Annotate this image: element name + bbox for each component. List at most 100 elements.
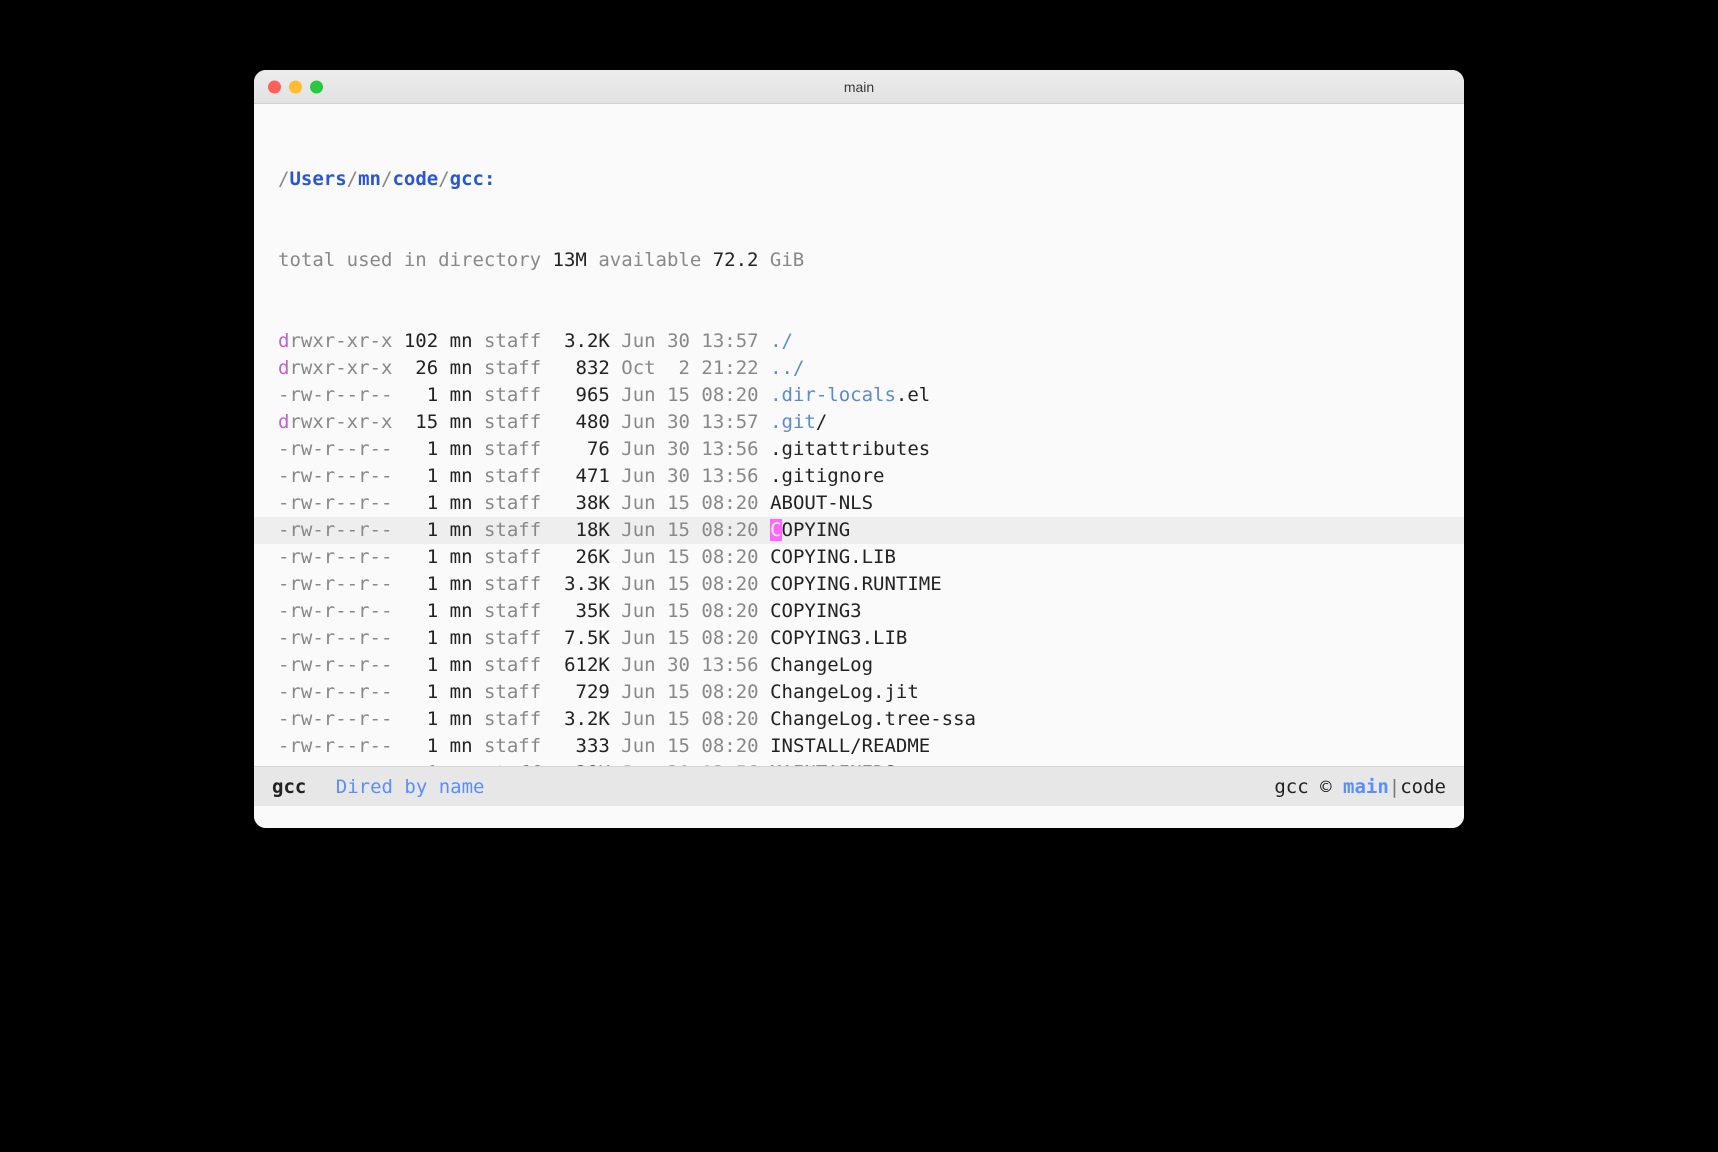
dired-row[interactable]: -rw-r--r-- 1 mn staff 965 Jun 15 08:20 .… xyxy=(254,382,1464,409)
day: 15 xyxy=(667,519,690,541)
month: Jun xyxy=(621,627,655,649)
filename[interactable]: .gitattributes xyxy=(770,438,930,460)
filename[interactable]: ../ xyxy=(770,357,804,379)
month: Jun xyxy=(621,384,655,406)
filename[interactable]: MAINTAINERS xyxy=(770,762,896,766)
dir-flag: d xyxy=(278,330,289,352)
group: staff xyxy=(484,708,541,730)
link-count: 1 xyxy=(404,438,438,460)
permissions: rw-r--r-- xyxy=(289,519,392,541)
owner: mn xyxy=(450,600,473,622)
filename[interactable]: COPYING xyxy=(770,519,850,541)
size: 28K xyxy=(553,762,610,766)
size: 38K xyxy=(553,492,610,514)
size: 35K xyxy=(553,600,610,622)
dired-buffer[interactable]: /Users/mn/code/gcc: total used in direct… xyxy=(254,104,1464,766)
filename[interactable]: INSTALL/README xyxy=(770,735,930,757)
owner: mn xyxy=(450,411,473,433)
dired-summary: total used in directory 13M available 72… xyxy=(254,247,1464,274)
modeline-buffer-name[interactable]: gcc xyxy=(272,776,306,798)
dired-row[interactable]: drwxr-xr-x 102 mn staff 3.2K Jun 30 13:5… xyxy=(254,328,1464,355)
dired-row[interactable]: -rw-r--r-- 1 mn staff 35K Jun 15 08:20 C… xyxy=(254,598,1464,625)
minimize-icon[interactable] xyxy=(289,80,302,93)
dired-row[interactable]: -rw-r--r-- 1 mn staff 612K Jun 30 13:56 … xyxy=(254,652,1464,679)
window-title: main xyxy=(254,79,1464,95)
owner: mn xyxy=(450,438,473,460)
size: 7.5K xyxy=(553,627,610,649)
dired-row[interactable]: -rw-r--r-- 1 mn staff 76 Jun 30 13:56 .g… xyxy=(254,436,1464,463)
owner: mn xyxy=(450,573,473,595)
modeline: gcc Dired by name gcc © main|code xyxy=(254,766,1464,806)
filename[interactable]: COPYING3.LIB xyxy=(770,627,907,649)
time: 08:20 xyxy=(701,492,758,514)
filename[interactable]: COPYING.LIB xyxy=(770,546,896,568)
link-count: 102 xyxy=(404,330,438,352)
dired-row[interactable]: -rw-r--r-- 1 mn staff 7.5K Jun 15 08:20 … xyxy=(254,625,1464,652)
day: 30 xyxy=(667,762,690,766)
time: 13:56 xyxy=(701,654,758,676)
filename[interactable]: COPYING.RUNTIME xyxy=(770,573,942,595)
owner: mn xyxy=(450,492,473,514)
dired-row[interactable]: drwxr-xr-x 26 mn staff 832 Oct 2 21:22 .… xyxy=(254,355,1464,382)
time: 13:56 xyxy=(701,438,758,460)
minibuffer[interactable] xyxy=(254,806,1464,828)
time: 13:57 xyxy=(701,411,758,433)
month: Jun xyxy=(621,465,655,487)
size: 76 xyxy=(553,438,610,460)
link-count: 1 xyxy=(404,465,438,487)
filename[interactable]: ChangeLog.tree-ssa xyxy=(770,708,976,730)
group: staff xyxy=(484,627,541,649)
filename[interactable]: .gitignore xyxy=(770,465,884,487)
day: 2 xyxy=(667,357,690,379)
group: staff xyxy=(484,465,541,487)
link-count: 1 xyxy=(404,627,438,649)
dired-row[interactable]: -rw-r--r-- 1 mn staff 18K Jun 15 08:20 C… xyxy=(254,517,1464,544)
day: 30 xyxy=(667,465,690,487)
link-count: 1 xyxy=(404,600,438,622)
size: 480 xyxy=(553,411,610,433)
filename[interactable]: COPYING3 xyxy=(770,600,862,622)
dired-row[interactable]: -rw-r--r-- 1 mn staff 333 Jun 15 08:20 I… xyxy=(254,733,1464,760)
dired-row[interactable]: drwxr-xr-x 15 mn staff 480 Jun 30 13:57 … xyxy=(254,409,1464,436)
dired-row[interactable]: -rw-r--r-- 1 mn staff 28K Jun 30 13:56 M… xyxy=(254,760,1464,766)
group: staff xyxy=(484,384,541,406)
permissions: rw-r--r-- xyxy=(289,735,392,757)
dired-row[interactable]: -rw-r--r-- 1 mn staff 471 Jun 30 13:56 .… xyxy=(254,463,1464,490)
group: staff xyxy=(484,330,541,352)
size: 3.2K xyxy=(553,708,610,730)
size: 729 xyxy=(553,681,610,703)
owner: mn xyxy=(450,546,473,568)
link-count: 1 xyxy=(404,762,438,766)
day: 15 xyxy=(667,735,690,757)
day: 15 xyxy=(667,573,690,595)
permissions: rw-r--r-- xyxy=(289,654,392,676)
filename[interactable]: .git/ xyxy=(770,411,827,433)
month: Jun xyxy=(621,573,655,595)
close-icon[interactable] xyxy=(268,80,281,93)
month: Jun xyxy=(621,762,655,766)
owner: mn xyxy=(450,708,473,730)
dired-path: /Users/mn/code/gcc: xyxy=(254,166,1464,193)
dired-row[interactable]: -rw-r--r-- 1 mn staff 729 Jun 15 08:20 C… xyxy=(254,679,1464,706)
owner: mn xyxy=(450,681,473,703)
filename[interactable]: ./ xyxy=(770,330,793,352)
cursor: C xyxy=(770,519,781,541)
dir-flag: d xyxy=(278,357,289,379)
maximize-icon[interactable] xyxy=(310,80,323,93)
link-count: 1 xyxy=(404,735,438,757)
filename[interactable]: ChangeLog xyxy=(770,654,873,676)
month: Jun xyxy=(621,519,655,541)
dired-row[interactable]: -rw-r--r-- 1 mn staff 3.3K Jun 15 08:20 … xyxy=(254,571,1464,598)
dired-row[interactable]: -rw-r--r-- 1 mn staff 3.2K Jun 15 08:20 … xyxy=(254,706,1464,733)
permissions: rwxr-xr-x xyxy=(289,330,392,352)
link-count: 1 xyxy=(404,492,438,514)
dired-row[interactable]: -rw-r--r-- 1 mn staff 26K Jun 15 08:20 C… xyxy=(254,544,1464,571)
size: 3.2K xyxy=(553,330,610,352)
filename[interactable]: ABOUT-NLS xyxy=(770,492,873,514)
modeline-major-mode[interactable]: Dired by name xyxy=(336,776,485,798)
filename[interactable]: ChangeLog.jit xyxy=(770,681,919,703)
group: staff xyxy=(484,546,541,568)
time: 08:20 xyxy=(701,681,758,703)
filename[interactable]: .dir-locals.el xyxy=(770,384,930,406)
dired-row[interactable]: -rw-r--r-- 1 mn staff 38K Jun 15 08:20 A… xyxy=(254,490,1464,517)
